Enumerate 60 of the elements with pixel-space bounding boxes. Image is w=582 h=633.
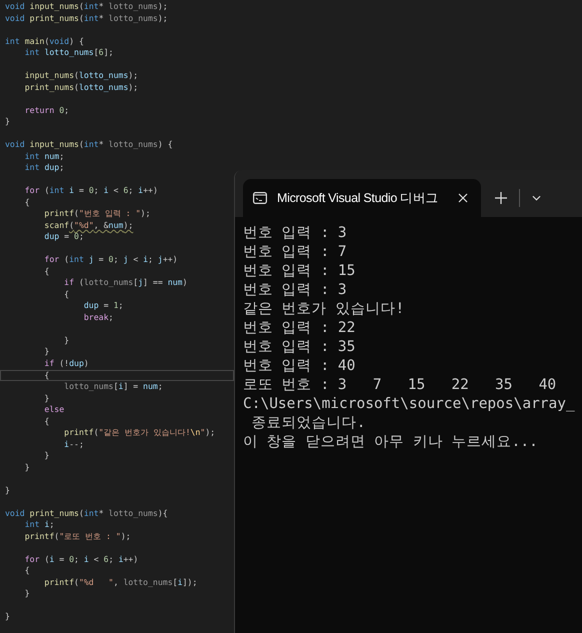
code-line: i--; [63,438,84,450]
code-line: for (int j = 0; j < i; j++) [43,254,178,266]
code-line: } [24,588,30,600]
dropdown-icon[interactable] [532,195,541,201]
code-line: void input_nums(int* lotto_nums); [5,1,168,13]
code-line: } [5,484,10,496]
code-line: void print_nums(int* lotto_nums); [5,12,168,24]
code-line: int num; [24,150,64,162]
code-line: } [43,346,50,358]
code-line: print_nums(lotto_nums); [24,82,138,94]
code-line: printf("같은 번호가 있습니다!\n"); [63,427,216,439]
code-line: { [24,565,30,577]
console-line: 번호 입력 : 3 [243,281,348,300]
code-line: int main(void) { [5,36,84,48]
console-line: 이 창을 닫으려면 아무 키나 누르세요... [243,433,539,452]
code-line: } [5,116,10,128]
code-line: { [43,416,50,428]
console-line: 같은 번호가 있습니다! [243,300,406,319]
code-line: printf("번호 입력 : "); [43,208,150,220]
code-line: int dup; [24,162,64,174]
console-line: 번호 입력 : 7 [243,243,348,262]
tab-title: Microsoft Visual Studio 디버그 [277,190,438,206]
code-line: scanf("%d", &num); [43,220,134,232]
code-line: } [63,334,70,346]
code-line: input_nums(lotto_nums); [24,70,138,82]
code-line: int lotto_nums[6]; [24,47,114,59]
code-line: else [43,404,64,416]
code-line: return 0; [24,104,70,116]
code-line: } [5,611,10,623]
console-line: 로또 번호 : 3 7 15 22 35 40 [243,376,558,395]
code-line: int i; [24,519,54,531]
code-line: dup = 1; [82,300,124,312]
code-line: printf("로또 번호 : "); [24,530,131,542]
code-line: for (int i = 0; i < 6; i++) [24,185,158,197]
code-line: } [43,450,50,462]
terminal-tab[interactable]: Microsoft Visual Studio 디버그 [243,179,481,217]
close-icon[interactable] [458,193,468,203]
console-line: 번호 입력 : 40 [243,357,356,376]
code-line: printf("%d ", lotto_nums[i]); [43,576,198,588]
console-line: 종료되었습니다. [250,414,366,433]
code-line: { [63,288,70,300]
code-line: void input_nums(int* lotto_nums) { [5,139,173,151]
code-line: } [43,392,50,404]
console-line: 번호 입력 : 22 [243,319,356,338]
terminal-icon [253,192,267,204]
new-tab-icon[interactable] [495,192,507,204]
code-line: void print_nums(int* lotto_nums){ [5,508,168,520]
code-line: { [24,196,30,208]
console-line: 번호 입력 : 3 [243,224,348,243]
code-line: if (!dup) [43,358,89,370]
console-line: 번호 입력 : 35 [243,338,356,357]
code-line: break; [82,312,114,324]
code-line: } [24,462,30,474]
console-line: C:\Users\microsoft\source\repos\array_ [243,395,576,414]
code-line: if (lotto_nums[j] == num) [63,277,188,289]
code-line: { [43,266,50,278]
code-line: for (i = 0; i < 6; i++) [24,554,138,566]
code-line: dup = 0; [43,231,84,243]
console-line: 번호 입력 : 15 [243,262,356,281]
code-line: lotto_nums[i] = num; [63,381,163,393]
